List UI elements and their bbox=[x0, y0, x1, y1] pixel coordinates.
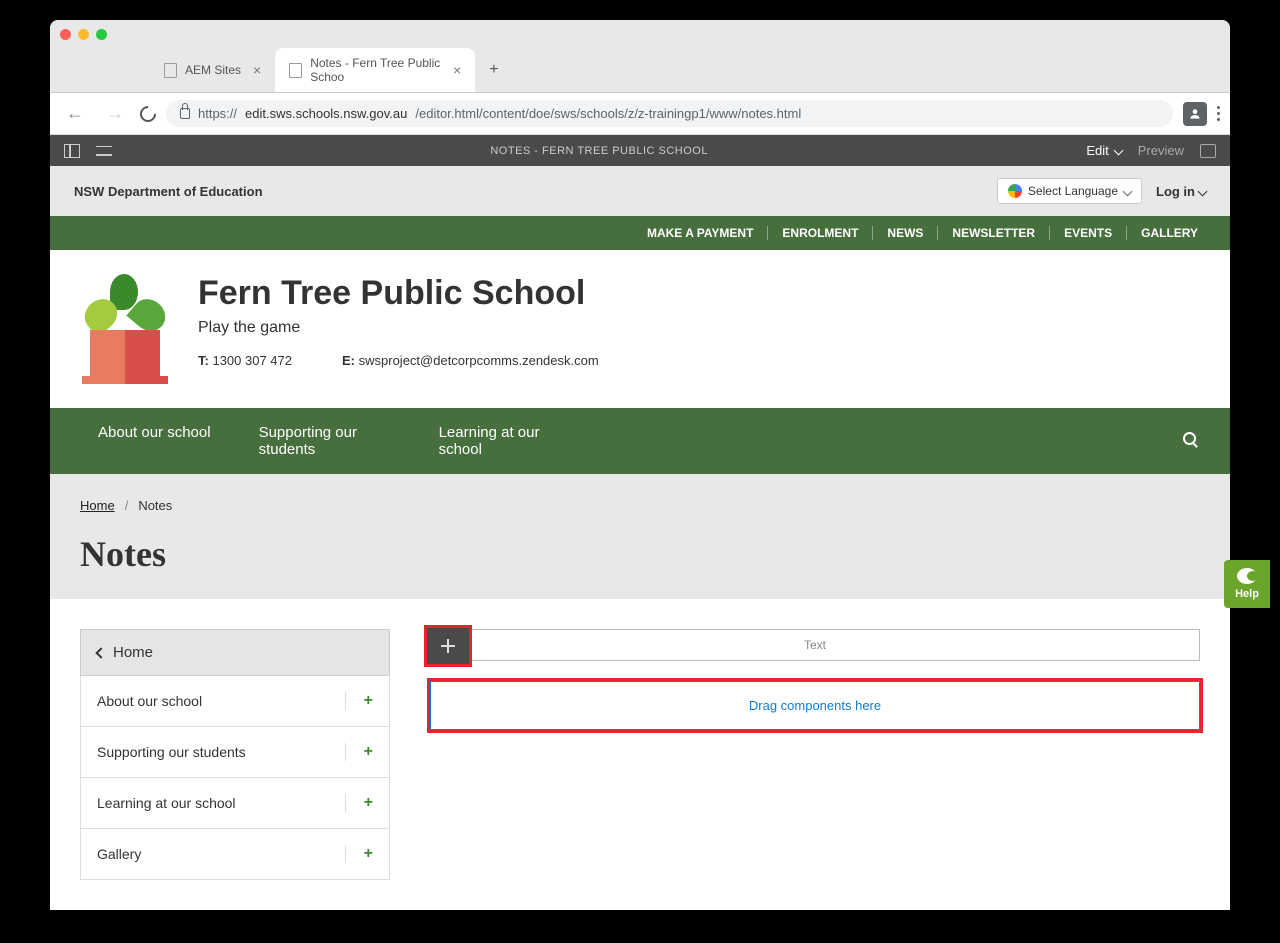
url-host: edit.sws.schools.nsw.gov.au bbox=[245, 106, 407, 121]
breadcrumb-section: Home/Notes Notes bbox=[50, 474, 1230, 599]
nav-item[interactable]: Supporting our students bbox=[235, 424, 415, 458]
site-header: Fern Tree Public School Play the game T:… bbox=[50, 250, 1230, 408]
account-icon[interactable] bbox=[1183, 102, 1207, 126]
add-component-button[interactable] bbox=[427, 628, 469, 664]
dept-strip: NSW Department of Education Select Langu… bbox=[50, 166, 1230, 216]
tab-label: Notes - Fern Tree Public Schoo bbox=[310, 56, 441, 84]
aem-toolbar: NOTES - FERN TREE PUBLIC SCHOOL Edit Pre… bbox=[50, 135, 1230, 166]
expand-icon[interactable]: + bbox=[345, 692, 373, 710]
lock-icon bbox=[180, 108, 190, 119]
primary-nav: About our school Supporting our students… bbox=[50, 408, 1230, 474]
expand-icon[interactable]: + bbox=[345, 743, 373, 761]
school-name: Fern Tree Public School bbox=[198, 274, 599, 313]
school-tagline: Play the game bbox=[198, 319, 599, 337]
url-input[interactable]: https:// edit.sws.schools.nsw.gov.au/edit… bbox=[166, 100, 1173, 127]
chevron-down-icon bbox=[1123, 186, 1133, 196]
side-panel-icon[interactable] bbox=[64, 144, 80, 158]
reload-button[interactable] bbox=[137, 102, 160, 125]
sidebar-item[interactable]: About our school+ bbox=[80, 676, 390, 727]
forward-button[interactable]: → bbox=[100, 99, 130, 128]
url-path: /editor.html/content/doe/sws/schools/z/z… bbox=[415, 106, 801, 121]
expand-icon[interactable]: + bbox=[345, 794, 373, 812]
nav-item[interactable]: Learning at our school bbox=[415, 424, 595, 458]
sidebar-item[interactable]: Supporting our students+ bbox=[80, 727, 390, 778]
sidebar-nav: Home About our school+ Supporting our st… bbox=[80, 629, 390, 880]
back-button[interactable]: ← bbox=[60, 99, 90, 128]
maximize-window-button[interactable] bbox=[96, 29, 107, 40]
nav-item[interactable]: About our school bbox=[74, 424, 235, 441]
device-icon[interactable] bbox=[1200, 144, 1216, 158]
page-icon bbox=[289, 63, 302, 78]
search-button[interactable] bbox=[1173, 424, 1206, 456]
arrow-left-icon bbox=[95, 647, 106, 658]
close-window-button[interactable] bbox=[60, 29, 71, 40]
drop-zone[interactable]: Drag components here bbox=[430, 681, 1200, 730]
sidebar-item[interactable]: Learning at our school+ bbox=[80, 778, 390, 829]
chevron-down-icon bbox=[1113, 146, 1123, 156]
page-icon bbox=[164, 63, 177, 78]
minimize-window-button[interactable] bbox=[78, 29, 89, 40]
chevron-down-icon bbox=[1198, 186, 1208, 196]
school-logo[interactable] bbox=[80, 274, 170, 384]
dept-label: NSW Department of Education bbox=[74, 184, 263, 199]
breadcrumb-home[interactable]: Home bbox=[80, 498, 115, 513]
preview-button[interactable]: Preview bbox=[1138, 143, 1184, 158]
chat-icon bbox=[1237, 568, 1257, 584]
new-tab-button[interactable]: + bbox=[475, 53, 512, 87]
browser-tab[interactable]: AEM Sites × bbox=[150, 54, 275, 86]
search-icon bbox=[1183, 432, 1196, 445]
util-link[interactable]: EVENTS bbox=[1050, 226, 1127, 240]
utility-nav: MAKE A PAYMENT ENROLMENT NEWS NEWSLETTER… bbox=[50, 216, 1230, 250]
page-info-icon[interactable] bbox=[96, 144, 112, 158]
login-button[interactable]: Log in bbox=[1156, 184, 1206, 199]
edit-mode-button[interactable]: Edit bbox=[1086, 143, 1121, 158]
component-label: Text bbox=[804, 638, 826, 652]
page-title: Notes bbox=[80, 533, 1200, 575]
breadcrumb-current: Notes bbox=[138, 498, 172, 513]
window-titlebar bbox=[50, 20, 1230, 48]
browser-tabs: AEM Sites × Notes - Fern Tree Public Scho… bbox=[50, 48, 1230, 93]
close-tab-icon[interactable]: × bbox=[253, 62, 261, 78]
sidebar-item[interactable]: Gallery+ bbox=[80, 829, 390, 880]
util-link[interactable]: MAKE A PAYMENT bbox=[633, 226, 768, 240]
help-widget[interactable]: Help bbox=[1224, 560, 1270, 608]
util-link[interactable]: ENROLMENT bbox=[768, 226, 873, 240]
email: E: swsproject@detcorpcomms.zendesk.com bbox=[342, 353, 599, 368]
address-bar: ← → https:// edit.sws.schools.nsw.gov.au /… bbox=[50, 93, 1230, 135]
google-icon bbox=[1008, 184, 1022, 198]
main-column: Text Drag components here bbox=[430, 629, 1200, 880]
text-component-placeholder[interactable]: Text bbox=[430, 629, 1200, 661]
tab-label: AEM Sites bbox=[185, 63, 241, 77]
aem-page-title: NOTES - FERN TREE PUBLIC SCHOOL bbox=[128, 145, 1070, 157]
sidebar-home[interactable]: Home bbox=[80, 629, 390, 676]
util-link[interactable]: NEWS bbox=[873, 226, 938, 240]
close-tab-icon[interactable]: × bbox=[453, 62, 461, 78]
browser-menu-button[interactable] bbox=[1217, 106, 1220, 121]
browser-tab-active[interactable]: Notes - Fern Tree Public Schoo × bbox=[275, 48, 475, 92]
phone: T: 1300 307 472 bbox=[198, 353, 292, 368]
util-link[interactable]: GALLERY bbox=[1127, 226, 1212, 240]
language-selector[interactable]: Select Language bbox=[997, 178, 1142, 204]
url-prefix: https:// bbox=[198, 106, 237, 121]
expand-icon[interactable]: + bbox=[345, 845, 373, 863]
util-link[interactable]: NEWSLETTER bbox=[938, 226, 1050, 240]
content-area: Home About our school+ Supporting our st… bbox=[50, 599, 1230, 910]
